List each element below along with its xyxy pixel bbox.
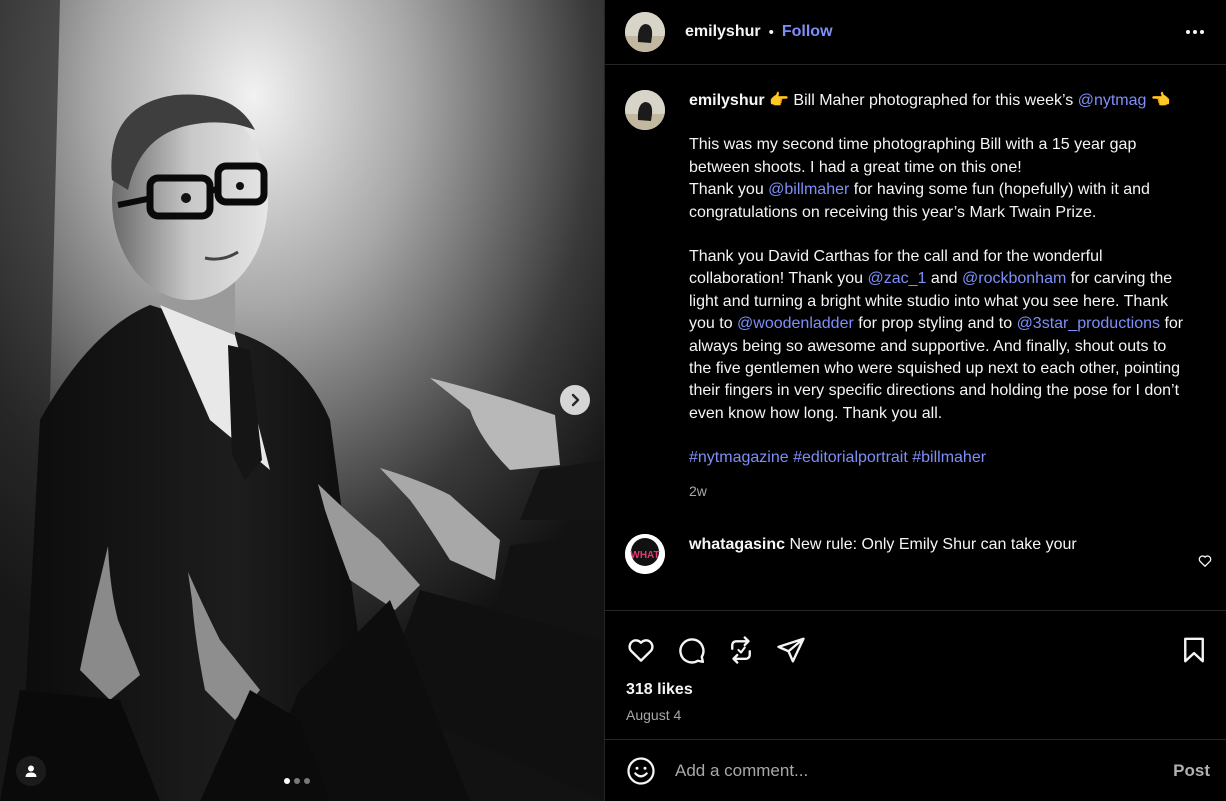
carousel-dot-2 bbox=[294, 778, 300, 784]
action-bar bbox=[605, 611, 1226, 673]
header-separator: • bbox=[768, 23, 774, 41]
mention-3star-productions[interactable]: @3star_productions bbox=[1017, 315, 1160, 332]
avatar-image: WHAT bbox=[625, 534, 665, 575]
comments-list[interactable]: emilyshur 👉 Bill Maher photographed for … bbox=[605, 66, 1226, 610]
share-button[interactable] bbox=[775, 634, 807, 666]
user-tag-icon bbox=[25, 765, 37, 777]
comment-item: WHAT whatagasinc New rule: Only Emily Sh… bbox=[605, 502, 1226, 575]
more-options-button[interactable] bbox=[1182, 26, 1208, 38]
mention-zac-1[interactable]: @zac_1 bbox=[867, 270, 926, 287]
caption-author-avatar[interactable] bbox=[625, 90, 665, 130]
carousel-dot-1 bbox=[284, 778, 290, 784]
caption-username[interactable]: emilyshur bbox=[689, 92, 765, 109]
like-comment-button[interactable] bbox=[1198, 554, 1212, 573]
comment-text: whatagasinc New rule: Only Emily Shur ca… bbox=[689, 534, 1129, 574]
next-image-button[interactable] bbox=[560, 385, 590, 415]
post-image bbox=[0, 0, 604, 801]
mention-rockbonham[interactable]: @rockbonham bbox=[962, 270, 1066, 287]
caption-paragraph-2: This was my second time photographing Bi… bbox=[689, 134, 1189, 224]
avatar-image bbox=[625, 90, 665, 130]
tagged-users-button[interactable] bbox=[16, 756, 46, 786]
caption-p3-text-2: and bbox=[926, 270, 963, 288]
mention-billmaher[interactable]: @billmaher bbox=[768, 181, 849, 198]
follow-button[interactable]: Follow bbox=[782, 23, 833, 41]
avatar-image bbox=[625, 12, 665, 52]
caption-p2-b-pre: Thank you bbox=[689, 181, 769, 199]
post-side-panel: emilyshur • Follow emilyshur 👉 Bill Mahe… bbox=[604, 0, 1226, 801]
caption-timestamp[interactable]: 2w bbox=[689, 480, 1189, 502]
comment-input[interactable] bbox=[675, 760, 1174, 781]
mention-woodenladder[interactable]: @woodenladder bbox=[737, 315, 854, 332]
more-dot bbox=[1200, 30, 1204, 34]
like-button[interactable] bbox=[625, 634, 657, 666]
post-caption: emilyshur 👉 Bill Maher photographed for … bbox=[605, 66, 1226, 502]
caption-p2-a: This was my second time photographing Bi… bbox=[689, 136, 1137, 176]
emoji-icon bbox=[627, 756, 655, 785]
caption-line1-text: 👉 Bill Maher photographed for this week’… bbox=[769, 92, 1078, 109]
more-dot bbox=[1193, 30, 1197, 34]
emoji-button[interactable] bbox=[625, 755, 657, 787]
add-comment-bar: Post bbox=[605, 739, 1226, 801]
commenter-avatar[interactable]: WHAT bbox=[625, 534, 665, 575]
more-horizontal-icon bbox=[1186, 30, 1190, 34]
comment-body: New rule: Only Emily Shur can take your bbox=[785, 536, 1077, 554]
carousel-dot-3 bbox=[304, 778, 310, 784]
heart-icon bbox=[628, 639, 654, 662]
caption-paragraph-3: Thank you David Carthas for the call and… bbox=[689, 246, 1189, 425]
caption-line-1: emilyshur 👉 Bill Maher photographed for … bbox=[689, 90, 1189, 112]
caption-text: emilyshur 👉 Bill Maher photographed for … bbox=[689, 90, 1189, 502]
caption-p3-text-4: for prop styling and to bbox=[853, 315, 1017, 333]
caption-p2-b: Thank you @billmaher for having some fun… bbox=[689, 179, 1189, 224]
comment-button[interactable] bbox=[675, 634, 707, 666]
heart-outline-icon bbox=[1198, 555, 1212, 567]
post-comment-button[interactable]: Post bbox=[1173, 761, 1210, 781]
author-avatar[interactable] bbox=[625, 12, 665, 52]
mention-nytmag[interactable]: @nytmag bbox=[1078, 92, 1147, 109]
post-actions-area: 318 likes August 4 bbox=[605, 610, 1226, 738]
comment-bubble-icon bbox=[679, 638, 705, 664]
commenter-avatar-text: WHAT bbox=[630, 550, 659, 561]
caption-line1-emoji: 👈 bbox=[1146, 92, 1171, 109]
post-date[interactable]: August 4 bbox=[605, 699, 1226, 723]
likes-count[interactable]: 318 likes bbox=[605, 673, 1226, 699]
bookmark-icon bbox=[1184, 637, 1204, 663]
author-username[interactable]: emilyshur bbox=[685, 23, 761, 41]
post-photo[interactable] bbox=[0, 0, 604, 801]
repost-icon bbox=[731, 636, 751, 664]
carousel-indicator bbox=[284, 778, 310, 784]
save-button[interactable] bbox=[1178, 634, 1210, 666]
chevron-right-icon bbox=[571, 393, 580, 407]
post-header: emilyshur • Follow bbox=[605, 0, 1226, 65]
caption-hashtags[interactable]: #nytmagazine #editorialportrait #billmah… bbox=[689, 447, 1189, 469]
repost-button[interactable] bbox=[725, 634, 757, 666]
commenter-username[interactable]: whatagasinc bbox=[689, 536, 785, 553]
send-icon bbox=[777, 637, 805, 663]
